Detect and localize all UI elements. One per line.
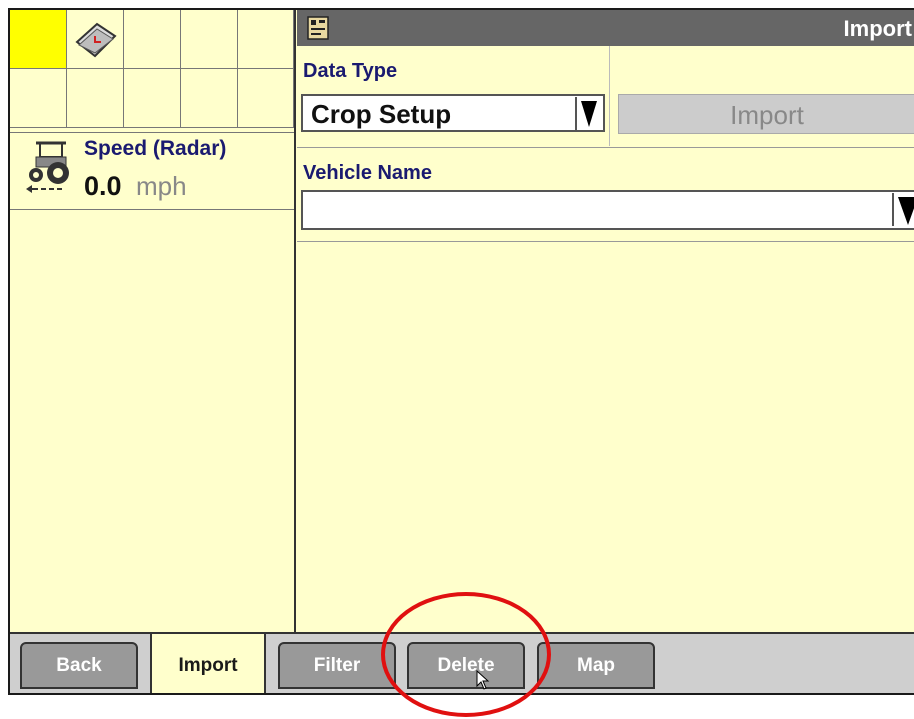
left-panel: Speed (Radar) 0.0 mph [10,10,296,632]
tab-filter[interactable]: Filter [278,642,396,689]
tractor-speed-icon [26,141,69,193]
layout-cell[interactable] [238,69,294,128]
highlight-circle [381,592,551,717]
data-type-dropdown[interactable]: Crop Setup [301,94,605,132]
layout-cell-active[interactable] [10,10,67,69]
divider [297,147,914,148]
tab-map-label: Map [577,654,615,676]
import-panel: Import Data Type Crop Setup Import Vehic… [297,10,914,632]
page-title: Import [843,16,912,41]
tab-back-label: Back [56,654,102,676]
divider [297,241,914,242]
mouse-cursor-icon [476,670,490,690]
import-button-label: Import [730,100,804,130]
tab-back[interactable]: Back [20,642,138,689]
import-page-icon [307,16,329,40]
speed-label: Speed (Radar) [84,137,227,160]
layout-cell[interactable] [181,69,238,128]
tab-import[interactable]: Import [150,632,266,693]
speed-unit: mph [136,171,187,201]
data-type-value: Crop Setup [311,99,452,129]
chevron-down-icon[interactable] [575,97,601,130]
data-type-label: Data Type [303,60,398,82]
data-card-icon [67,10,124,69]
speed-value: 0.0 [84,171,122,201]
speed-readout[interactable]: Speed (Radar) 0.0 mph [10,132,294,210]
tab-import-label: Import [178,654,238,676]
layout-cell[interactable] [181,10,238,69]
layout-cell[interactable] [67,69,124,128]
divider [609,46,610,146]
import-button[interactable]: Import [618,94,914,134]
layout-cell[interactable] [238,10,294,69]
tab-map[interactable]: Map [537,642,655,689]
vehicle-name-label: Vehicle Name [303,162,432,184]
layout-cell[interactable] [124,10,181,69]
chevron-down-icon[interactable] [892,193,914,226]
tab-filter-label: Filter [313,654,361,676]
layout-cell[interactable] [10,69,67,128]
layout-cell[interactable] [124,69,181,128]
vehicle-name-dropdown[interactable] [301,190,914,230]
title-bar: Import [297,10,914,46]
